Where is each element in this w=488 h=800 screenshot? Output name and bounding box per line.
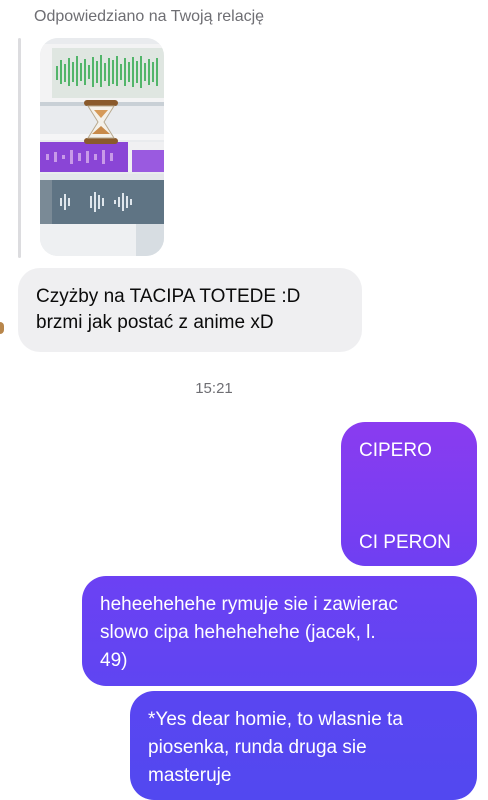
- incoming-message-bubble[interactable]: Czyżby na TACIPA TOTEDE :D brzmi jak pos…: [18, 268, 362, 352]
- outgoing-message-line: slowo cipa hehehehehe (jacek, l.: [100, 622, 376, 643]
- outgoing-message-line: CI PERON: [359, 532, 451, 553]
- message-timestamp: 15:21: [195, 380, 233, 397]
- outgoing-message-bubble[interactable]: *Yes dear homie, to wlasnie ta piosenka,…: [130, 691, 477, 800]
- outgoing-message-line: 49): [100, 650, 128, 671]
- outgoing-message-line: piosenka, runda druga sie: [148, 737, 367, 758]
- story-image: [40, 38, 164, 256]
- outgoing-message-line: masteruje: [148, 765, 232, 786]
- outgoing-message-line: *Yes dear homie, to wlasnie ta: [148, 709, 403, 730]
- incoming-message-line: brzmi jak postać z anime xD: [36, 312, 274, 333]
- outgoing-message-bubble[interactable]: heheehehehe rymuje sie i zawierac slowo …: [82, 576, 477, 686]
- sender-avatar[interactable]: [0, 322, 4, 334]
- incoming-message-line: Czyżby na TACIPA TOTEDE :D: [36, 286, 301, 307]
- reply-context-label: Odpowiedziano na Twoją relację: [34, 8, 265, 25]
- outgoing-message-line: CIPERO: [359, 440, 432, 461]
- story-thumbnail[interactable]: [40, 38, 164, 256]
- outgoing-message-line: heheehehehe rymuje sie i zawierac: [100, 594, 398, 615]
- reply-quote-bar: [18, 38, 21, 258]
- outgoing-message-bubble[interactable]: CIPERO CI PERON: [341, 422, 477, 566]
